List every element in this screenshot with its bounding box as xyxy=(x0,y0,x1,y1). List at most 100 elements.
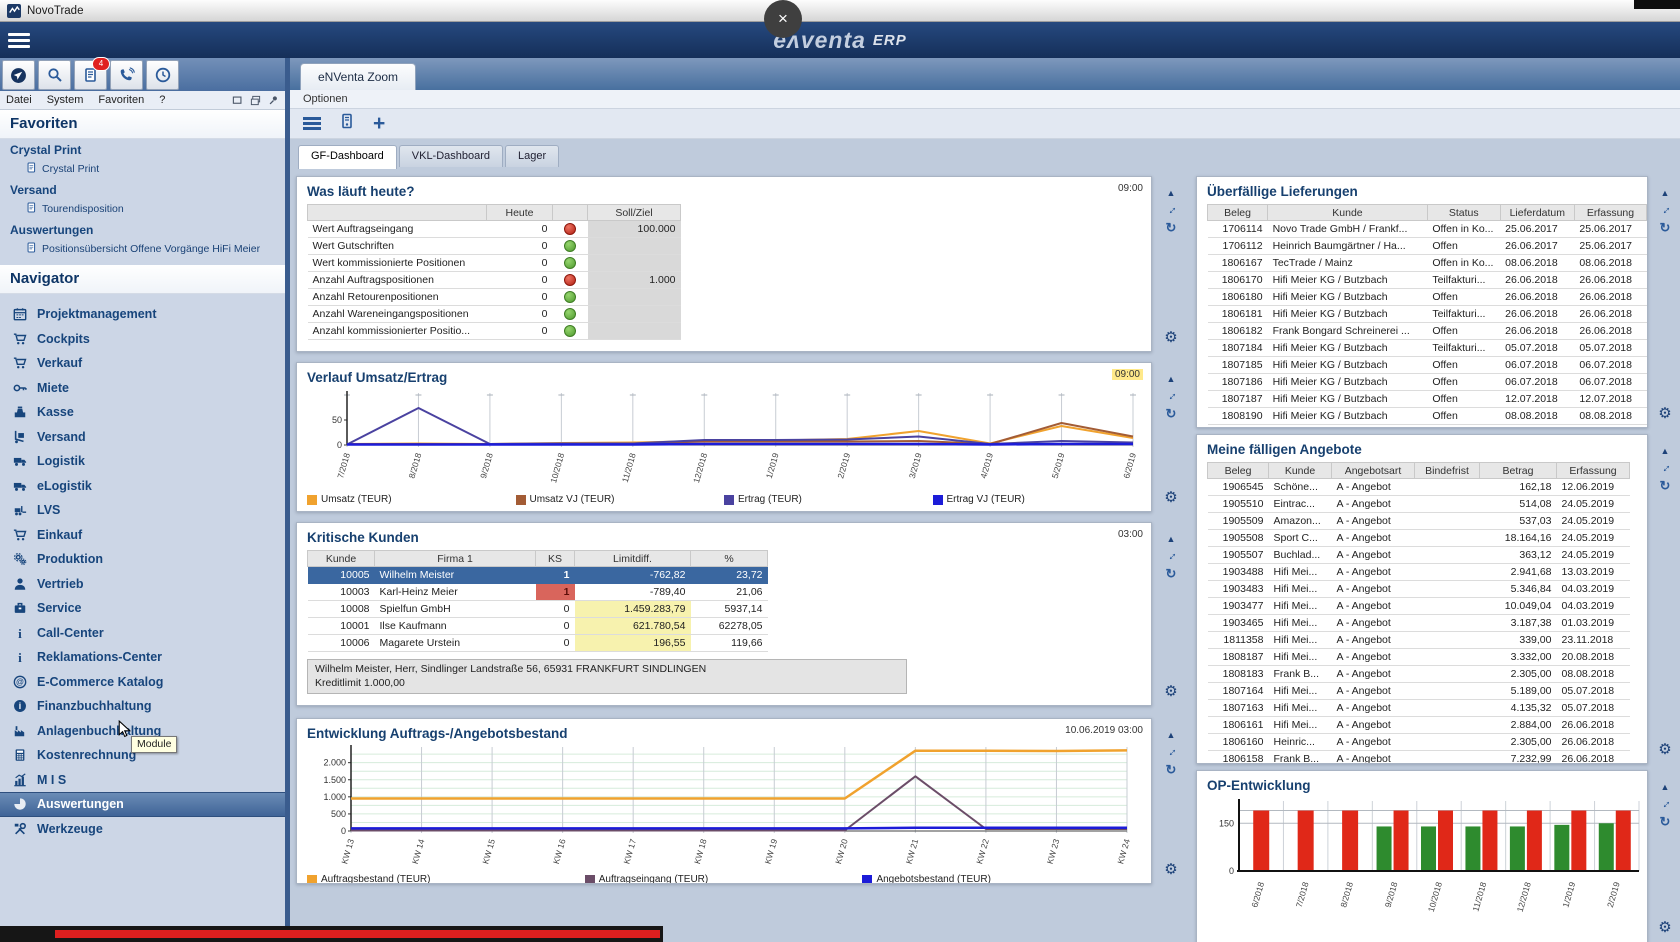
table-row[interactable]: 1903465 Hifi Mei... A - Angebot 3.187,38 01.… xyxy=(1207,614,1630,632)
gear-icon[interactable]: ⚙ xyxy=(1164,328,1177,346)
maximize-icon[interactable] xyxy=(231,94,243,106)
expand-icon[interactable]: ↔ xyxy=(1162,200,1180,218)
menu-item-[interactable]: ? xyxy=(159,94,165,106)
table-row[interactable]: 10006 Magarete Urstein 0 196,55 119,66 xyxy=(307,634,768,652)
column-header[interactable]: Lieferdatum xyxy=(1499,204,1575,221)
column-header[interactable]: Kunde xyxy=(1267,204,1428,221)
refresh-icon[interactable]: ↻ xyxy=(1660,478,1671,494)
add-icon[interactable]: + xyxy=(373,113,385,134)
table-row[interactable]: 1806167 TecTrade / Mainz Offen in Ko... 08.… xyxy=(1207,254,1647,272)
sidebar-item-projektmanagement[interactable]: Projektmanagement xyxy=(0,302,285,327)
sidebar-item-einkauf[interactable]: Einkauf xyxy=(0,523,285,548)
refresh-icon[interactable]: ↻ xyxy=(1166,566,1177,582)
tab-lager[interactable]: Lager xyxy=(505,145,560,167)
notes-button[interactable]: 4 xyxy=(74,57,110,90)
sidebar-item-werkzeuge[interactable]: Werkzeuge xyxy=(0,817,285,842)
gear-icon[interactable]: ⚙ xyxy=(1658,740,1671,758)
table-row[interactable]: 1806182 Frank Bongard Schreinerei ... Offe… xyxy=(1207,322,1647,340)
collapse-icon[interactable]: ▲ xyxy=(1167,730,1176,740)
refresh-icon[interactable]: ↻ xyxy=(1166,406,1177,422)
table-row[interactable]: 1806170 Hifi Meier KG / Butzbach Teilfaktu… xyxy=(1207,271,1647,289)
column-header[interactable]: Firma 1 xyxy=(374,550,536,567)
column-header[interactable]: Soll/Ziel xyxy=(587,204,681,221)
refresh-icon[interactable]: ↻ xyxy=(1660,220,1671,236)
table-row[interactable]: 1806180 Hifi Meier KG / Butzbach Offen 26.0… xyxy=(1207,288,1647,306)
collapse-icon[interactable]: ▲ xyxy=(1661,446,1670,456)
sidebar-item-cockpits[interactable]: Cockpits xyxy=(0,327,285,352)
table-row[interactable]: 1905510 Eintrac... A - Angebot 514,08 24.05.… xyxy=(1207,495,1630,513)
tab-vkl-dashboard[interactable]: VKL-Dashboard xyxy=(398,145,504,167)
video-progress-bar[interactable] xyxy=(0,926,663,942)
table-row[interactable]: 1905508 Sport C... A - Angebot 18.164,16 24.… xyxy=(1207,529,1630,547)
menu-item-datei[interactable]: Datei xyxy=(6,94,32,106)
collapse-icon[interactable]: ▲ xyxy=(1167,188,1176,198)
refresh-icon[interactable]: ↻ xyxy=(1166,220,1177,236)
table-row[interactable]: 1806161 Hifi Mei... A - Angebot 2.884,00 26.… xyxy=(1207,716,1630,734)
sidebar-item-miete[interactable]: Miete xyxy=(0,376,285,401)
table-row[interactable]: 10008 Spielfun GmbH 0 1.459.283,79 5937,14 xyxy=(307,600,768,618)
expand-icon[interactable]: ↔ xyxy=(1656,200,1674,218)
gear-icon[interactable]: ⚙ xyxy=(1658,404,1671,422)
sidebar-item-call-center[interactable]: i Call-Center xyxy=(0,621,285,646)
column-header[interactable]: Angebotsart xyxy=(1331,462,1415,479)
sidebar-item-vertrieb[interactable]: Vertrieb xyxy=(0,572,285,597)
collapse-icon[interactable]: ▲ xyxy=(1661,782,1670,792)
column-header[interactable]: Status xyxy=(1426,204,1501,221)
table-row[interactable]: 1706112 Heinrich Baumgärtner / Ha... Offen… xyxy=(1207,237,1647,255)
table-row[interactable]: 1903488 Hifi Mei... A - Angebot 2.941,68 13.… xyxy=(1207,563,1630,581)
sidebar-item-verkauf[interactable]: Verkauf xyxy=(0,351,285,376)
table-row[interactable]: Wert kommissionierte Positionen 0 xyxy=(307,254,681,272)
column-header[interactable]: KS xyxy=(535,550,575,567)
sidebar-item-kasse[interactable]: Kasse xyxy=(0,400,285,425)
table-row[interactable]: 10003 Karl-Heinz Meier 1 -789,40 21,06 xyxy=(307,583,768,601)
column-header[interactable]: Erfassung xyxy=(1556,462,1630,479)
column-header[interactable] xyxy=(307,204,487,221)
table-row[interactable]: 1905507 Buchlad... A - Angebot 363,12 24.05.… xyxy=(1207,546,1630,564)
table-row[interactable]: 1808187 Hifi Mei... A - Angebot 3.332,00 20.… xyxy=(1207,648,1630,666)
table-row[interactable]: 1807164 Hifi Mei... A - Angebot 5.189,00 05.… xyxy=(1207,682,1630,700)
sidebar-item-finanzbuchhaltung[interactable]: i Finanzbuchhaltung xyxy=(0,694,285,719)
expand-icon[interactable]: ↔ xyxy=(1162,742,1180,760)
close-button[interactable]: × xyxy=(764,0,802,38)
table-row[interactable]: 1807185 Hifi Meier KG / Butzbach Offen 06.0… xyxy=(1207,356,1647,374)
table-row[interactable]: Wert Gutschriften 0 xyxy=(307,237,681,255)
column-header[interactable]: Bindefrist xyxy=(1414,462,1480,479)
table-row[interactable]: 1903483 Hifi Mei... A - Angebot 5.346,84 04.… xyxy=(1207,580,1630,598)
table-row[interactable]: 1808190 Hifi Meier KG / Butzbach Offen 08.0… xyxy=(1207,407,1647,425)
table-row[interactable]: 1807186 Hifi Meier KG / Butzbach Offen 06.0… xyxy=(1207,373,1647,391)
phone-button[interactable] xyxy=(110,60,143,90)
table-row[interactable]: 1808183 Frank B... A - Angebot 2.305,00 08.0… xyxy=(1207,665,1630,683)
table-row[interactable]: Anzahl Wareneingangspositionen 0 xyxy=(307,305,681,323)
table-row[interactable]: Anzahl kommissionierter Positio... 0 xyxy=(307,322,681,340)
column-header[interactable]: Erfassung xyxy=(1573,204,1647,221)
table-row[interactable]: 1808191Frank Bongard SchreinereiOffen08.… xyxy=(1207,424,1647,427)
column-header[interactable]: Kunde xyxy=(307,550,375,567)
menu-item-system[interactable]: System xyxy=(47,94,84,106)
document-icon[interactable] xyxy=(339,113,355,134)
sidebar-item-logistik[interactable]: Logistik xyxy=(0,449,285,474)
refresh-icon[interactable]: ↻ xyxy=(1166,762,1177,778)
sidebar-item-auswertungen[interactable]: Auswertungen xyxy=(0,792,285,817)
table-row[interactable]: 1903477 Hifi Mei... A - Angebot 10.049,04 04… xyxy=(1207,597,1630,615)
collapse-icon[interactable]: ▲ xyxy=(1167,374,1176,384)
sidebar-item-m-i-s[interactable]: M I S xyxy=(0,768,285,793)
favorite-item-tourendisposition[interactable]: Tourendisposition xyxy=(0,199,285,219)
expand-icon[interactable]: ↔ xyxy=(1162,386,1180,404)
table-row[interactable]: Anzahl Retourenpositionen 0 xyxy=(307,288,681,306)
clock-button[interactable] xyxy=(146,60,179,90)
table-row[interactable]: Anzahl Auftragspositionen 0 1.000 xyxy=(307,271,681,289)
table-row[interactable]: 10001 Ilse Kaufmann 0 621.780,54 62278,05 xyxy=(307,617,768,635)
table-row[interactable]: Wert Auftragseingang 0 100.000 xyxy=(307,220,681,238)
menu-optionen[interactable]: Optionen xyxy=(303,93,348,105)
column-header[interactable]: % xyxy=(690,550,768,567)
table-row[interactable]: 1706114 Novo Trade GmbH / Frankf... Offen … xyxy=(1207,220,1647,238)
table-row[interactable]: 1807184 Hifi Meier KG / Butzbach Teilfaktu… xyxy=(1207,339,1647,357)
sidebar-item-e-commerce-katalog[interactable]: @ E-Commerce Katalog xyxy=(0,670,285,695)
expand-icon[interactable]: ↔ xyxy=(1656,794,1674,812)
sidebar-item-versand[interactable]: Versand xyxy=(0,425,285,450)
collapse-icon[interactable]: ▲ xyxy=(1661,188,1670,198)
pin-icon[interactable] xyxy=(267,94,279,106)
refresh-icon[interactable]: ↻ xyxy=(1660,814,1671,830)
sidebar-item-lvs[interactable]: LVS xyxy=(0,498,285,523)
navigate-button[interactable] xyxy=(2,60,35,90)
